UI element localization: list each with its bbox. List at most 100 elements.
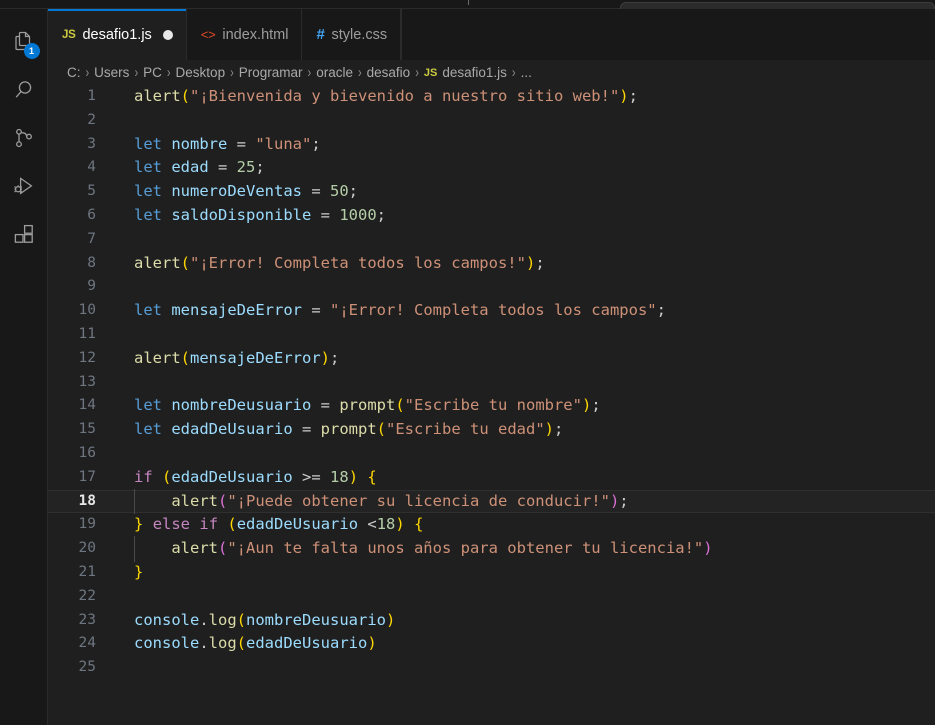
html-file-icon: <> bbox=[200, 27, 216, 42]
code-line[interactable]: 6 let saldoDisponible = 1000; bbox=[48, 204, 935, 228]
code-line[interactable]: 7 bbox=[48, 228, 935, 252]
sidebar-item-run-and-debug[interactable] bbox=[0, 162, 48, 210]
tab-label: index.html bbox=[222, 26, 289, 43]
code-line[interactable]: 10 let mensajeDeError = "¡Error! Completa… bbox=[48, 299, 935, 323]
code-line[interactable]: 25 bbox=[48, 656, 935, 680]
code-line[interactable]: 2 bbox=[48, 109, 935, 133]
code-line[interactable]: 5 let numeroDeVentas = 50; bbox=[48, 180, 935, 204]
code-line[interactable]: 3 let nombre = "luna"; bbox=[48, 133, 935, 157]
code-token: ) bbox=[367, 634, 377, 653]
code-line[interactable]: 9 bbox=[48, 275, 935, 299]
breadcrumb-item[interactable]: C: bbox=[67, 65, 81, 80]
code-line[interactable]: 8 alert("¡Error! Completa todos los campo… bbox=[48, 252, 935, 276]
code-line[interactable]: 11 bbox=[48, 323, 935, 347]
code-line[interactable]: 19} else if (edadDeUsuario <18) { bbox=[48, 513, 935, 537]
tab-style-css[interactable]: # style.css bbox=[302, 9, 402, 60]
code-line-content: let nombre = "luna"; bbox=[96, 133, 935, 157]
code-token: = bbox=[302, 182, 330, 201]
unsaved-indicator-icon[interactable] bbox=[162, 29, 173, 40]
code-token: nombreDeusuario bbox=[171, 396, 312, 415]
breadcrumb-item[interactable]: Desktop bbox=[176, 65, 226, 80]
code-token: prompt bbox=[339, 396, 396, 415]
sidebar-item-extensions[interactable] bbox=[0, 210, 48, 258]
code-token: numeroDeVentas bbox=[171, 182, 302, 201]
code-token: ; bbox=[535, 253, 545, 272]
code-line[interactable]: 14 let nombreDeusuario = prompt("Escribe … bbox=[48, 394, 935, 418]
code-token: "Escribe tu edad" bbox=[386, 420, 545, 439]
breadcrumb-item[interactable]: PC bbox=[143, 65, 162, 80]
run-debug-icon bbox=[12, 174, 36, 198]
code-line[interactable]: 15 let edadDeUsuario = prompt("Escribe tu… bbox=[48, 418, 935, 442]
tab-desafio1-js[interactable]: JS desafio1.js bbox=[48, 9, 187, 60]
breadcrumb-separator-icon: › bbox=[511, 64, 516, 81]
extensions-icon bbox=[12, 222, 36, 246]
code-token: let bbox=[134, 134, 162, 153]
code-line[interactable]: 22 bbox=[48, 585, 935, 609]
code-editor[interactable]: 1 alert("¡Bienvenida y bievenido a nuestr… bbox=[48, 85, 935, 725]
code-line[interactable]: 24 console.log(edadDeUsuario) bbox=[48, 632, 935, 656]
code-token: nombreDeusuario bbox=[246, 610, 386, 629]
code-token: edadDeUsuario bbox=[171, 420, 293, 439]
code-line-content: if (edadDeUsuario >= 18) { bbox=[96, 466, 935, 490]
code-token: ; bbox=[255, 158, 265, 177]
title-bar-caret-tick bbox=[468, 0, 469, 5]
code-line[interactable]: 17 if (edadDeUsuario >= 18) { bbox=[48, 466, 935, 490]
code-token: alert bbox=[134, 253, 181, 272]
code-token: 25 bbox=[236, 158, 256, 177]
line-number: 13 bbox=[78, 373, 96, 390]
breadcrumb-item[interactable]: ... bbox=[521, 65, 532, 80]
code-token: ) bbox=[703, 539, 713, 558]
sidebar-item-explorer[interactable]: 1 bbox=[0, 18, 48, 66]
code-line[interactable]: 16 bbox=[48, 442, 935, 466]
line-number: 3 bbox=[87, 135, 96, 152]
line-number: 19 bbox=[78, 516, 96, 533]
code-token: } bbox=[134, 562, 144, 581]
code-token: ) bbox=[525, 253, 536, 272]
code-line[interactable]: 4 let edad = 25; bbox=[48, 156, 935, 180]
breadcrumb-item[interactable]: desafio bbox=[367, 65, 411, 80]
line-number: 5 bbox=[87, 183, 96, 200]
code-token: nombre bbox=[171, 134, 228, 153]
code-token: "luna" bbox=[255, 134, 312, 153]
sidebar-item-source-control[interactable] bbox=[0, 114, 48, 162]
code-line[interactable]: 18 alert("¡Puede obtener su licencia de … bbox=[48, 488, 935, 515]
code-token: let bbox=[134, 396, 162, 415]
line-number: 20 bbox=[78, 540, 96, 557]
line-number: 1 bbox=[87, 88, 96, 104]
code-token: >= bbox=[292, 467, 331, 486]
line-number: 2 bbox=[87, 111, 96, 128]
code-token: ( bbox=[376, 420, 387, 439]
breadcrumb-item[interactable]: oracle bbox=[316, 65, 353, 80]
line-number: 15 bbox=[78, 421, 96, 438]
code-token: ; bbox=[311, 134, 321, 153]
code-token: ( bbox=[218, 539, 228, 558]
code-line[interactable]: 20 alert("¡Aun te falta unos años para o… bbox=[48, 536, 935, 562]
code-token: let bbox=[134, 420, 162, 439]
code-line-content: let saldoDisponible = 1000; bbox=[96, 204, 935, 228]
code-token: ) bbox=[544, 420, 554, 439]
breadcrumb-item[interactable]: desafio1.js bbox=[442, 65, 507, 80]
code-token: ; bbox=[591, 396, 601, 415]
code-line[interactable]: 23 console.log(nombreDeusuario) bbox=[48, 609, 935, 633]
code-token: ( bbox=[180, 253, 191, 272]
code-line[interactable]: 21} bbox=[48, 561, 935, 585]
code-token: = bbox=[302, 301, 330, 320]
code-token: ; bbox=[554, 420, 564, 439]
code-line[interactable]: 12 alert(mensajeDeError); bbox=[48, 347, 935, 371]
code-token: edadDeUsuario bbox=[236, 515, 359, 534]
code-token: edad bbox=[171, 158, 209, 177]
breadcrumb-item[interactable]: Programar bbox=[239, 65, 303, 80]
sidebar-item-search[interactable] bbox=[0, 66, 48, 114]
code-token: ; bbox=[619, 491, 629, 510]
code-token: . bbox=[199, 634, 209, 653]
code-line[interactable]: 13 bbox=[48, 371, 935, 395]
breadcrumb-item[interactable]: Users bbox=[94, 65, 129, 80]
js-file-icon: JS bbox=[423, 66, 438, 79]
tab-index-html[interactable]: <> index.html bbox=[186, 9, 303, 60]
code-token: ) bbox=[619, 87, 629, 105]
code-token: ( bbox=[218, 491, 228, 510]
code-line[interactable]: 1 alert("¡Bienvenida y bievenido a nuestr… bbox=[48, 85, 935, 109]
